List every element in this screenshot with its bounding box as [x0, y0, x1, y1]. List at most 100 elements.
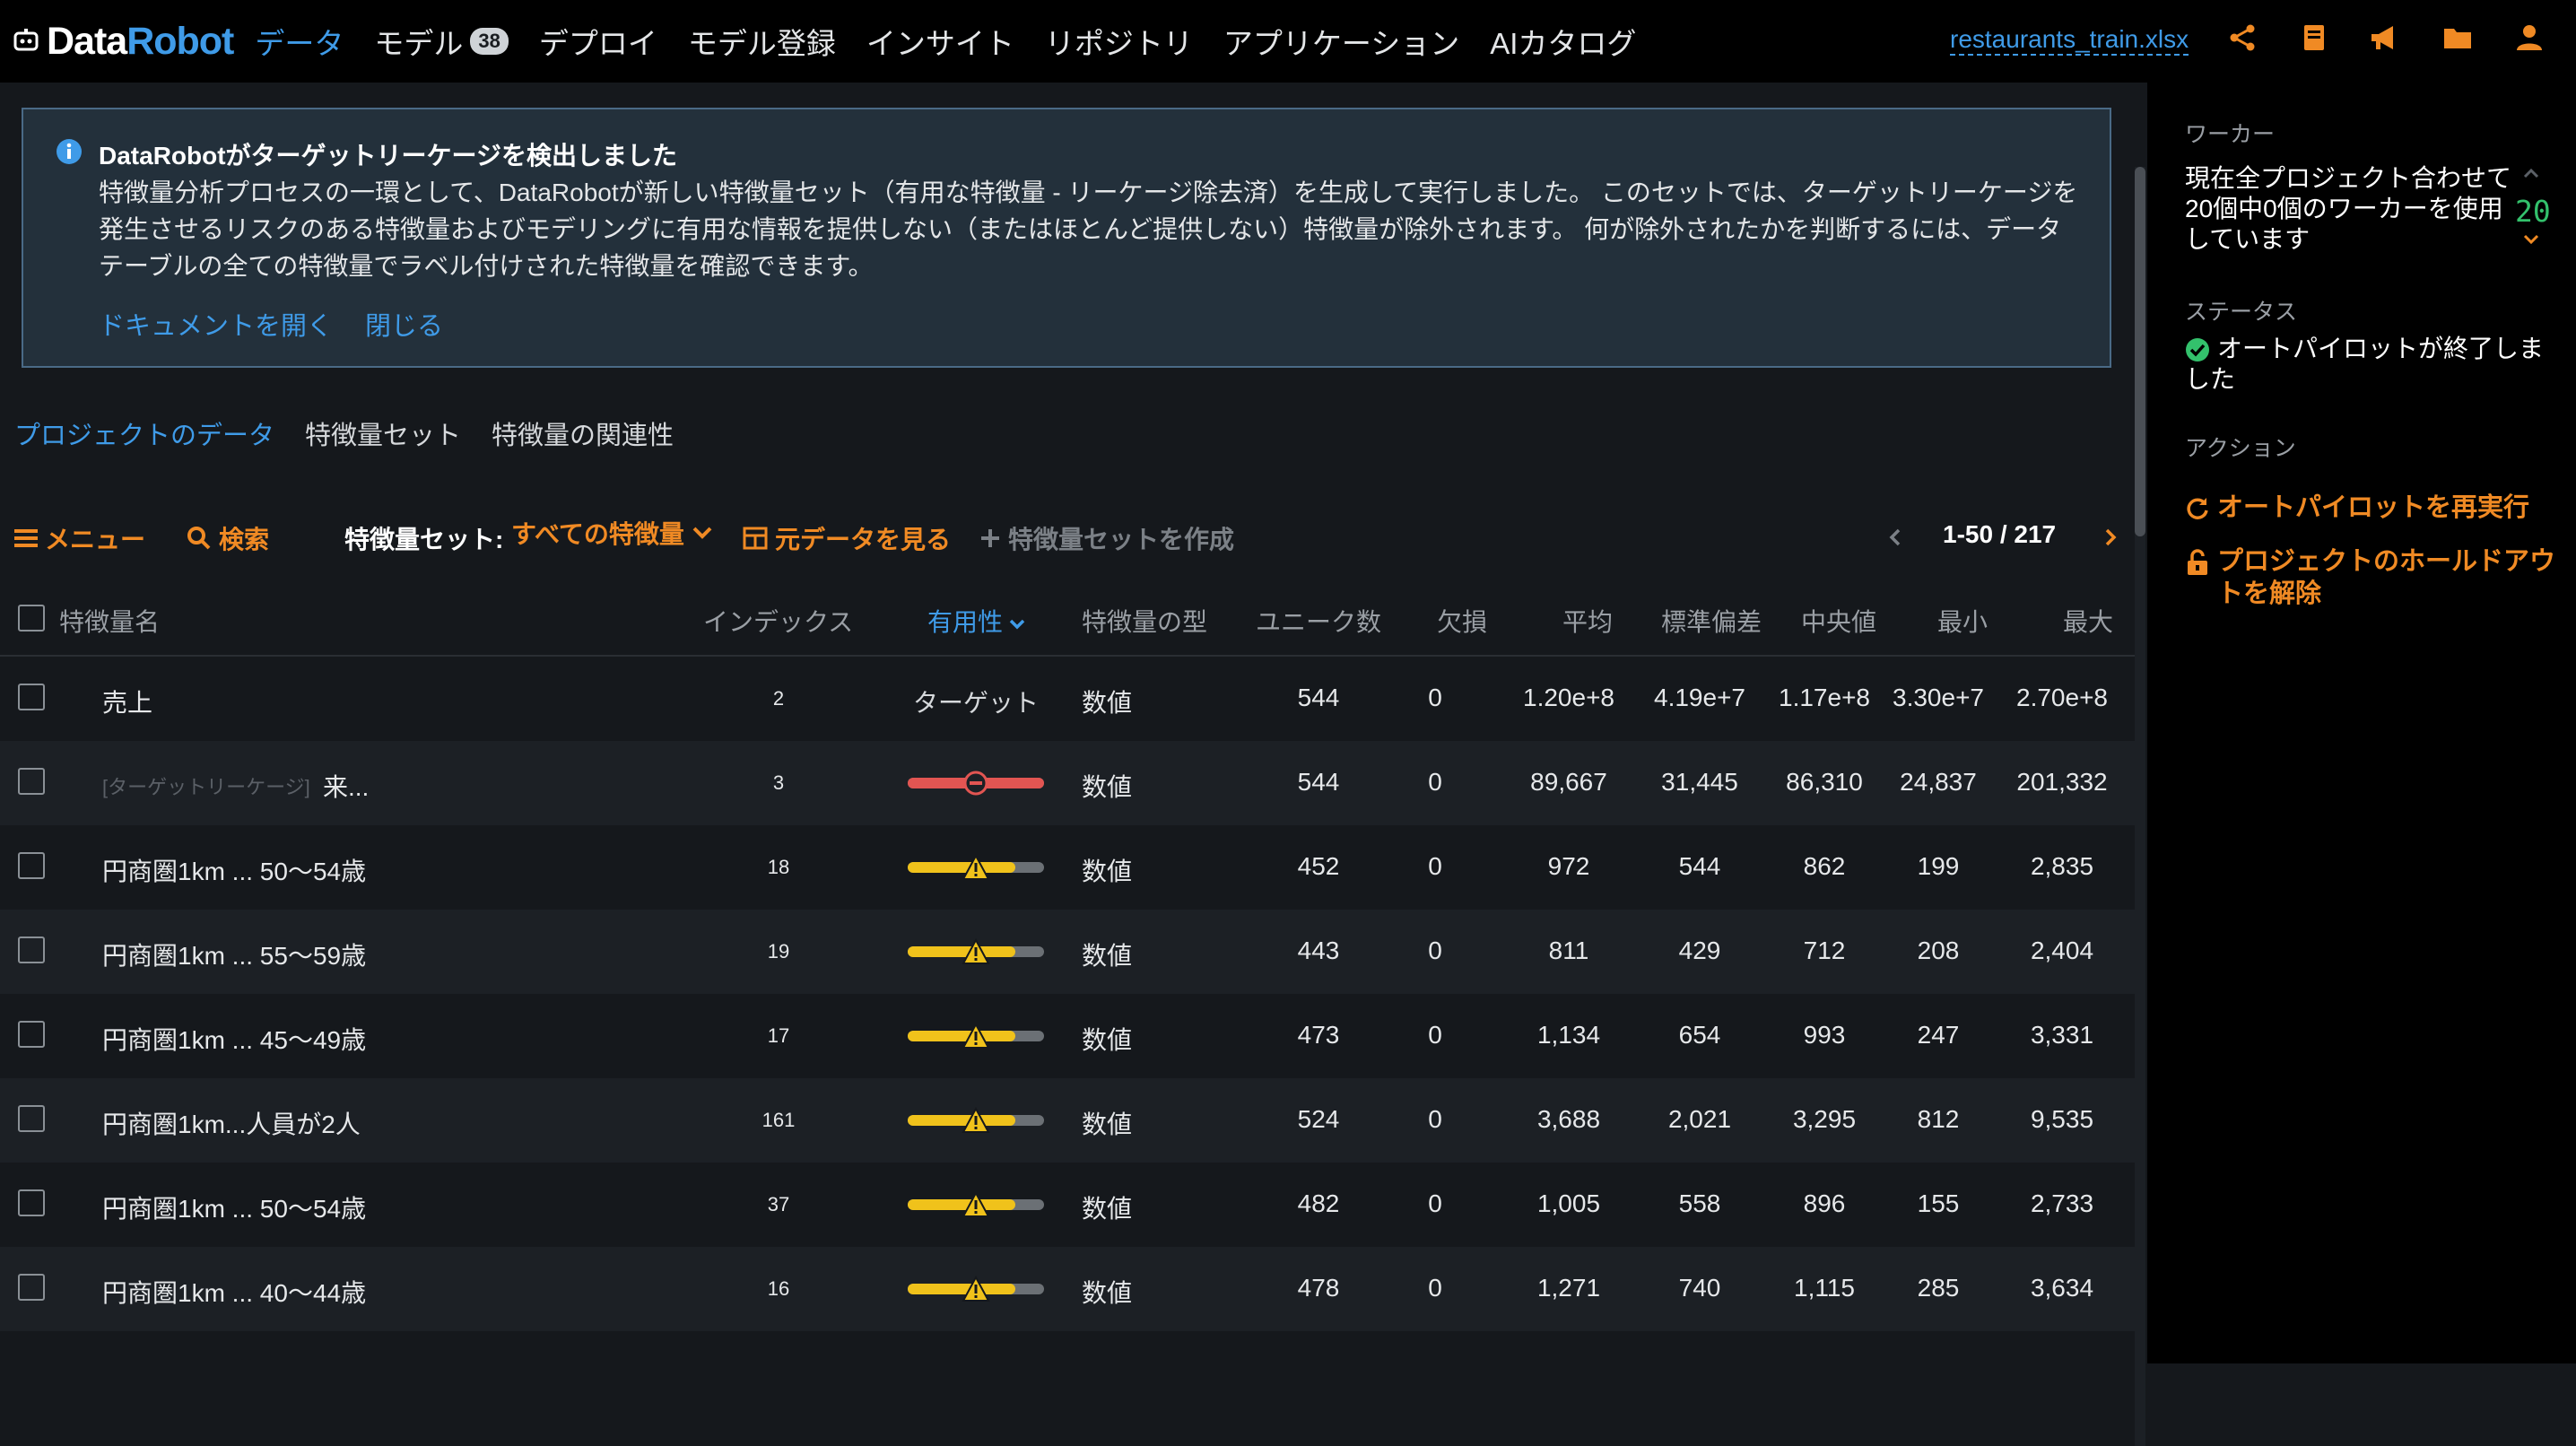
nav-item-repository[interactable]: リポジトリ [1045, 20, 1193, 63]
featureset-value: すべての特徴量 [511, 520, 684, 548]
col-unique[interactable]: ユニーク数 [1256, 603, 1381, 639]
feature-name[interactable]: 円商圏1km...人員が2人 [102, 1105, 361, 1141]
col-feature-name[interactable]: 特徴量名 [59, 603, 160, 639]
cell-unique: 544 [1297, 684, 1340, 711]
megaphone-icon[interactable] [2368, 22, 2400, 54]
col-missing[interactable]: 欠損 [1437, 603, 1487, 639]
table-row[interactable]: 円商圏1km...人員が2人 161 数値 524 0 3,688 2,021 3,295 81… [0, 1078, 2137, 1163]
nav-item-model-registry[interactable]: モデル登録 [688, 20, 836, 63]
row-checkbox[interactable] [18, 1189, 45, 1216]
status-text-line: した [2185, 365, 2236, 393]
nav-item-insights[interactable]: インサイト [866, 20, 1014, 63]
col-std[interactable]: 標準偏差 [1661, 603, 1762, 639]
rerun-autopilot-action[interactable]: オートパイロットを再実行 [2185, 492, 2529, 524]
feature-name[interactable]: 売上 [102, 684, 152, 719]
cell-median: 86,310 [1786, 768, 1863, 796]
warning-icon [962, 1190, 990, 1217]
feature-type: 数値 [1082, 689, 1133, 717]
worker-count: 20 [2515, 194, 2551, 229]
robot-logo-icon [13, 29, 39, 51]
chevron-down-icon[interactable] [2522, 233, 2540, 246]
unlock-holdout-action[interactable]: プロジェクトのホールドアウ トを解除 [2185, 545, 2555, 610]
hamburger-icon [14, 529, 38, 547]
chevron-down-icon [692, 527, 712, 539]
nav-item-deploy[interactable]: デプロイ [539, 20, 657, 63]
featureset-dropdown[interactable]: すべての特徴量 [511, 515, 713, 551]
cell-max: 2,835 [2030, 852, 2094, 880]
book-icon[interactable] [2298, 22, 2330, 54]
cell-missing: 0 [1428, 1105, 1442, 1133]
row-checkbox[interactable] [18, 1021, 45, 1048]
data-subtabs: プロジェクトのデータ 特徴量セット 特徴量の関連性 [14, 414, 704, 452]
alert-body-line: 発生させるリスクのある特徴量およびモデリングに有用な情報を提供しない（またはほと… [99, 215, 2062, 243]
tab-project-data[interactable]: プロジェクトのデータ [14, 414, 274, 452]
main-scrollbar[interactable] [2135, 167, 2145, 1446]
table-row[interactable]: 円商圏1km ... 50〜54歳 18 数値 452 0 972 544 862 199 2,8… [0, 825, 2137, 910]
importance-bar [908, 1106, 1044, 1133]
feature-name[interactable]: 円商圏1km ... 40〜44歳 [102, 1274, 366, 1310]
tab-feature-sets[interactable]: 特徴量セット [305, 414, 461, 452]
share-icon[interactable] [2226, 22, 2258, 54]
cell-std: 558 [1678, 1189, 1721, 1217]
row-checkbox[interactable] [18, 852, 45, 879]
tab-feature-associations[interactable]: 特徴量の関連性 [492, 414, 674, 452]
cell-std: 740 [1678, 1274, 1721, 1302]
nav-item-data[interactable]: データ [255, 20, 344, 63]
col-importance[interactable]: 有用性 [927, 603, 1026, 639]
table-row[interactable]: 円商圏1km ... 40〜44歳 16 数値 478 0 1,271 740 1,115 28… [0, 1247, 2137, 1331]
table-row[interactable]: 円商圏1km ... 45〜49歳 17 数値 473 0 1,134 654 993 247 3… [0, 994, 2137, 1078]
cell-std: 31,445 [1661, 768, 1738, 796]
folder-icon[interactable] [2441, 22, 2474, 54]
feature-name[interactable]: 円商圏1km ... 50〜54歳 [102, 852, 366, 888]
col-feature-type[interactable]: 特徴量の型 [1082, 603, 1207, 639]
cell-max: 2,404 [2030, 936, 2094, 964]
search-label: 検索 [219, 526, 270, 553]
search-button[interactable]: 検索 [187, 520, 269, 556]
row-checkbox[interactable] [18, 768, 45, 795]
user-icon[interactable] [2513, 22, 2546, 54]
nav-item-models[interactable]: モデル 38 [374, 20, 509, 63]
open-docs-link[interactable]: ドキュメントを開く [99, 305, 333, 343]
menu-button[interactable]: メニュー [14, 520, 145, 556]
view-raw-data-button[interactable]: 元データを見る [743, 520, 951, 556]
feature-name[interactable]: 円商圏1km ... 55〜59歳 [102, 936, 366, 972]
table-row[interactable]: 円商圏1km ... 55〜59歳 19 数値 443 0 811 429 712 208 2,4… [0, 910, 2137, 994]
row-checkbox[interactable] [18, 1274, 45, 1301]
col-median[interactable]: 中央値 [1801, 603, 1876, 639]
feature-name[interactable]: 円商圏1km ... 50〜54歳 [102, 1189, 366, 1225]
create-featureset-button[interactable]: 特徴量セットを作成 [979, 520, 1234, 556]
row-checkbox[interactable] [18, 936, 45, 963]
cell-missing: 0 [1428, 1189, 1442, 1217]
cell-unique: 524 [1297, 1105, 1340, 1133]
next-page-icon[interactable] [2102, 527, 2119, 547]
warning-icon [962, 1022, 990, 1049]
importance-bar [908, 771, 1044, 796]
datarobot-logo[interactable]: Data Robot [13, 20, 234, 64]
project-file-link[interactable]: restaurants_train.xlsx [1950, 25, 2189, 56]
row-checkbox[interactable] [18, 1105, 45, 1132]
table-row[interactable]: 円商圏1km ... 50〜54歳 37 数値 482 0 1,005 558 896 155 2… [0, 1163, 2137, 1247]
col-index[interactable]: インデックス [703, 603, 853, 639]
row-checkbox[interactable] [18, 684, 45, 710]
cell-std: 4.19e+7 [1654, 684, 1745, 711]
close-alert-link[interactable]: 閉じる [365, 305, 443, 343]
cell-median: 3,295 [1792, 1105, 1857, 1133]
table-row[interactable]: 売上 2 ターゲット 数値 544 0 1.20e+8 4.19e+7 1.17e+8 3.30e… [0, 657, 2137, 741]
nav-item-applications[interactable]: アプリケーション [1223, 20, 1459, 63]
select-all-checkbox[interactable] [18, 605, 45, 632]
feature-name[interactable]: 来... [323, 768, 369, 804]
feature-name[interactable]: 円商圏1km ... 45〜49歳 [102, 1021, 366, 1057]
col-mean[interactable]: 平均 [1562, 603, 1613, 639]
col-max[interactable]: 最大 [2063, 603, 2113, 639]
table-row[interactable]: [ターゲットリーケージ] 来... 3 数値 544 0 89,667 31,445 86,31… [0, 741, 2137, 825]
scrollbar-thumb[interactable] [2135, 167, 2145, 536]
col-min[interactable]: 最小 [1937, 603, 1988, 639]
cell-min: 199 [1917, 852, 1960, 880]
cell-missing: 0 [1428, 684, 1442, 711]
cell-median: 896 [1803, 1189, 1846, 1217]
rerun-autopilot-label: オートパイロットを再実行 [2217, 493, 2530, 522]
nav-item-ai-catalog[interactable]: AIカタログ [1490, 20, 1636, 63]
chevron-up-icon[interactable] [2522, 167, 2540, 179]
cell-mean: 1,271 [1536, 1274, 1601, 1302]
prev-page-icon[interactable] [1887, 527, 1903, 547]
